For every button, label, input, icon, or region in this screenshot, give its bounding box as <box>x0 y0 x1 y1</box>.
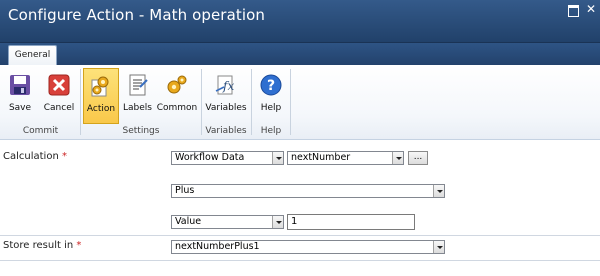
chevron-down-icon[interactable] <box>433 241 444 253</box>
labels-document-icon <box>129 74 148 96</box>
group-label-settings: Settings <box>122 126 160 136</box>
group-label-commit: Commit <box>22 126 59 136</box>
cancel-button[interactable]: Cancel <box>40 68 78 124</box>
maximize-icon[interactable] <box>567 4 579 17</box>
svg-text:fx: fx <box>222 79 234 93</box>
chevron-down-icon[interactable] <box>272 152 283 164</box>
operand-type-select[interactable]: Value <box>171 215 284 229</box>
svg-text:?: ? <box>267 78 275 94</box>
row-divider <box>0 260 600 261</box>
operand-value-input[interactable]: 1 <box>287 214 415 230</box>
group-divider <box>80 69 81 135</box>
variables-label: Variables <box>205 103 247 113</box>
tab-general[interactable]: General <box>8 45 57 66</box>
help-button[interactable]: ? Help <box>254 68 288 124</box>
title-bar: Configure Action - Math operation ✕ <box>0 0 600 43</box>
group-label-help: Help <box>260 126 282 136</box>
function-fx-icon: fx <box>215 75 234 95</box>
group-label-variables: Variables <box>205 126 247 136</box>
labels-button[interactable]: Labels <box>121 68 154 124</box>
cancel-label: Cancel <box>43 103 75 113</box>
source-value-select[interactable]: nextNumber <box>287 151 404 165</box>
chevron-down-icon[interactable] <box>433 185 444 197</box>
common-gears-icon <box>167 75 187 94</box>
ribbon-tab-strip: General <box>0 43 600 66</box>
action-gears-icon <box>91 76 109 97</box>
required-marker: * <box>76 240 82 251</box>
action-form: Calculation * Workflow Data nextNumber .… <box>0 141 600 276</box>
help-icon: ? <box>260 74 282 96</box>
operator-select[interactable]: Plus <box>171 184 445 198</box>
action-label: Action <box>86 104 116 114</box>
action-button[interactable]: Action <box>83 68 119 124</box>
chevron-down-icon[interactable] <box>392 152 403 164</box>
browse-button[interactable]: ... <box>408 151 428 165</box>
variables-button[interactable]: fx Variables <box>204 68 248 124</box>
calculation-label: Calculation * <box>3 151 67 162</box>
close-icon[interactable]: ✕ <box>585 3 597 15</box>
row-divider <box>0 235 600 236</box>
ribbon: Save Cancel Action Labels Common fx Vari… <box>0 65 600 140</box>
labels-label: Labels <box>123 103 152 113</box>
help-label: Help <box>260 103 282 113</box>
source-type-select[interactable]: Workflow Data <box>171 151 284 165</box>
store-result-label: Store result in * <box>3 240 82 251</box>
save-button[interactable]: Save <box>3 68 37 124</box>
required-marker: * <box>61 151 67 162</box>
save-label: Save <box>8 103 32 113</box>
window-title: Configure Action - Math operation <box>8 6 266 24</box>
common-label: Common <box>156 103 198 113</box>
common-button[interactable]: Common <box>156 68 198 124</box>
cancel-icon <box>48 74 70 96</box>
floppy-disk-icon <box>10 75 30 95</box>
store-result-select[interactable]: nextNumberPlus1 <box>171 240 445 254</box>
group-divider <box>290 69 291 135</box>
chevron-down-icon[interactable] <box>272 216 283 228</box>
